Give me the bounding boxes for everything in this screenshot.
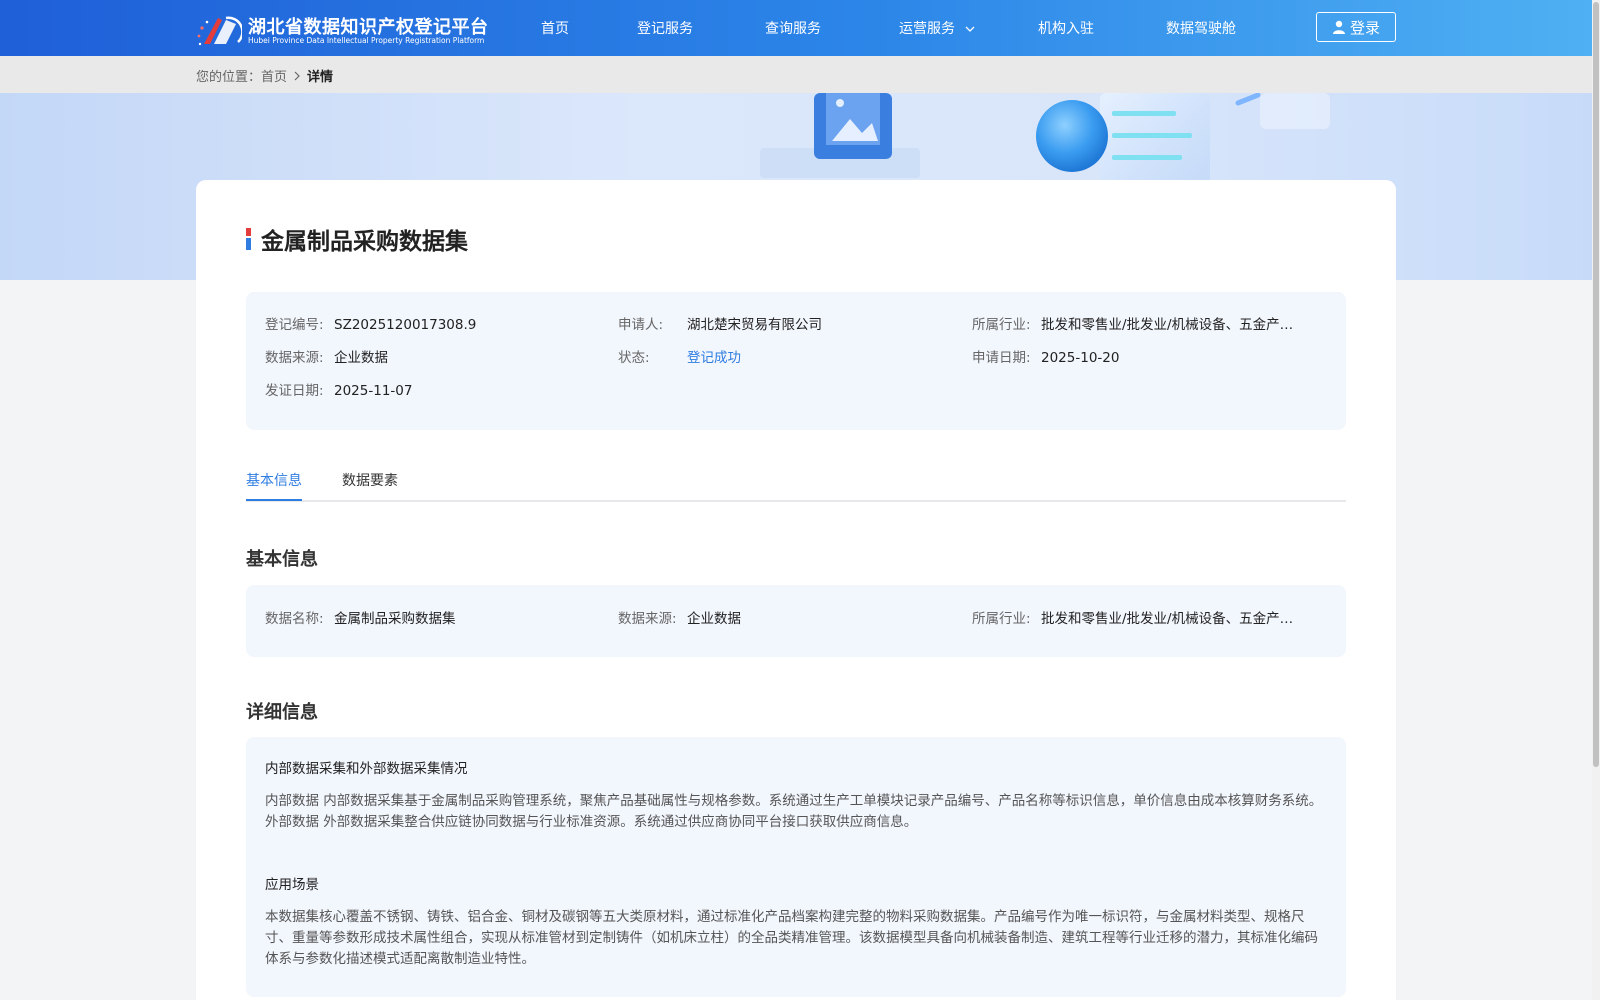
source-value: 企业数据 — [334, 350, 388, 366]
source-label: 数据来源: — [265, 350, 324, 366]
data-name-value: 金属制品采购数据集 — [334, 611, 456, 627]
detail-card: 金属制品采购数据集 登记编号: SZ2025120017308.9 申请人: 湖北楚… — [196, 180, 1396, 1000]
nav-operation-service[interactable]: 运营服务 — [899, 18, 975, 38]
site-logo[interactable]: 湖北省数据知识产权登记平台 Hubei Province Data Intell… — [196, 12, 496, 48]
cert-date-value: 2025-11-07 — [334, 383, 413, 399]
nav-home[interactable]: 首页 — [541, 18, 569, 38]
industry-value: 批发和零售业/批发业/机械设备、五金产… — [1041, 317, 1294, 333]
title-block: 金属制品采购数据集 — [246, 222, 468, 256]
status-field: 状态: 登记成功 — [618, 346, 948, 366]
reg-no-field: 登记编号: SZ2025120017308.9 — [265, 313, 595, 333]
nav-query-service[interactable]: 查询服务 — [765, 18, 821, 38]
nav-operation-service-label: 运营服务 — [899, 21, 955, 37]
data-name-label: 数据名称: — [265, 611, 324, 627]
basic-industry-field: 所属行业: 批发和零售业/批发业/机械设备、五金产… — [972, 607, 1322, 627]
breadcrumb-home-link[interactable]: 首页 — [261, 66, 287, 85]
source-field: 数据来源: 企业数据 — [265, 346, 595, 366]
scrollbar-thumb[interactable] — [1593, 2, 1599, 767]
apply-date-value: 2025-10-20 — [1041, 350, 1120, 366]
industry-field: 所属行业: 批发和零售业/批发业/机械设备、五金产… — [972, 313, 1322, 333]
tab-data-elements[interactable]: 数据要素 — [342, 470, 398, 490]
basic-source-label: 数据来源: — [618, 611, 677, 627]
summary-panel: 登记编号: SZ2025120017308.9 申请人: 湖北楚宋贸易有限公司 所属… — [246, 292, 1346, 430]
basic-industry-value: 批发和零售业/批发业/机械设备、五金产… — [1041, 611, 1294, 627]
user-icon — [1332, 20, 1345, 34]
basic-info-heading: 基本信息 — [246, 549, 318, 570]
nav-data-cockpit[interactable]: 数据驾驶舱 — [1166, 18, 1236, 38]
data-name-field: 数据名称: 金属制品采购数据集 — [265, 607, 595, 627]
basic-info-panel: 数据名称: 金属制品采购数据集 数据来源: 企业数据 所属行业: 批发和零售业/批发业… — [246, 585, 1346, 657]
apply-date-label: 申请日期: — [972, 350, 1031, 366]
logo-title-en: Hubei Province Data Intellectual Propert… — [248, 36, 485, 45]
cert-date-field: 发证日期: 2025-11-07 — [265, 379, 595, 399]
tab-basic-info[interactable]: 基本信息 — [246, 470, 302, 490]
page-title: 金属制品采购数据集 — [261, 229, 468, 255]
reg-no-label: 登记编号: — [265, 317, 324, 333]
nav-registration-service[interactable]: 登记服务 — [637, 18, 693, 38]
basic-source-field: 数据来源: 企业数据 — [618, 607, 948, 627]
login-button-label: 登录 — [1349, 18, 1380, 37]
apply-date-field: 申请日期: 2025-10-20 — [972, 346, 1322, 366]
status-badge: 登记成功 — [687, 350, 741, 366]
applicant-label: 申请人: — [618, 317, 664, 333]
page-scrollbar[interactable] — [1592, 0, 1600, 1000]
scenario-text: 本数据集核心覆盖不锈钢、铸铁、铝合金、铜材及碳钢等五大类原材料，通过标准化产品档… — [265, 909, 1318, 967]
logo-emblem-icon — [197, 16, 242, 46]
chevron-right-icon — [294, 71, 300, 80]
applicant-field: 申请人: 湖北楚宋贸易有限公司 — [618, 313, 948, 333]
applicant-value: 湖北楚宋贸易有限公司 — [687, 317, 822, 333]
collection-text: 内部数据 内部数据采集基于金属制品采购管理系统，聚焦产品基础属性与规格参数。系统… — [265, 793, 1323, 830]
title-accent-icon — [246, 228, 251, 250]
active-tab-indicator — [246, 499, 302, 501]
scenario-heading: 应用场景 — [265, 877, 319, 893]
cert-date-label: 发证日期: — [265, 383, 324, 399]
reg-no-value: SZ2025120017308.9 — [334, 317, 477, 333]
breadcrumb: 您的位置： 首页 详情 — [196, 66, 333, 85]
status-label: 状态: — [618, 350, 650, 366]
detail-info-panel: 内部数据采集和外部数据采集情况 内部数据 内部数据采集基于金属制品采购管理系统，… — [246, 737, 1346, 997]
breadcrumb-prefix: 您的位置： — [196, 70, 262, 85]
basic-source-value: 企业数据 — [687, 611, 741, 627]
collection-heading: 内部数据采集和外部数据采集情况 — [265, 761, 468, 777]
industry-label: 所属行业: — [972, 317, 1031, 333]
detail-info-heading: 详细信息 — [246, 702, 318, 723]
basic-industry-label: 所属行业: — [972, 611, 1031, 627]
chevron-down-icon — [965, 26, 975, 32]
breadcrumb-bar: 您的位置： 首页 详情 — [0, 56, 1592, 93]
top-header: 湖北省数据知识产权登记平台 Hubei Province Data Intell… — [0, 0, 1592, 56]
breadcrumb-current: 详情 — [307, 70, 334, 85]
nav-institution-join[interactable]: 机构入驻 — [1038, 18, 1094, 38]
detail-tabs: 基本信息 数据要素 — [246, 470, 1346, 502]
login-button[interactable]: 登录 — [1316, 12, 1396, 42]
